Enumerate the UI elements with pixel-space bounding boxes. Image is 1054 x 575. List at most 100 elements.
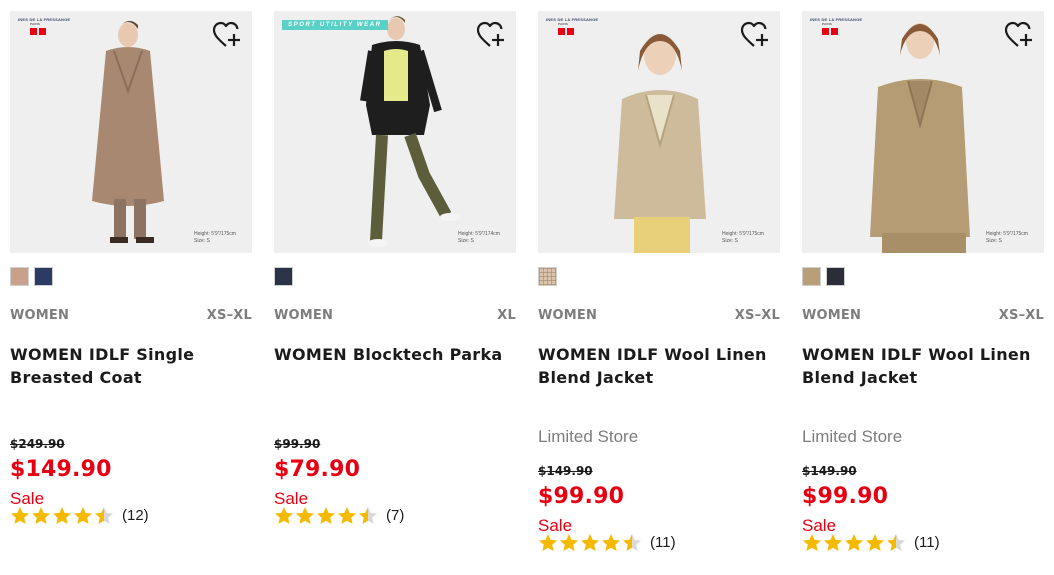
brand-name: INES DE LA FRESSANGE [546, 17, 599, 22]
model-info: Height: 5'9"/174cm Size: S [458, 231, 508, 245]
brand-sub: PARIS [558, 22, 568, 26]
model-height: Height: 5'9"/175cm [986, 231, 1028, 237]
sale-price: $99.90 [538, 484, 625, 509]
idlf-brand-badge: INES DE LA FRESSANGE PARIS [810, 17, 863, 41]
uniqlo-logo-icon [558, 28, 590, 35]
brand-sub: PARIS [822, 22, 832, 26]
product-meta: WOMEN XL [274, 307, 516, 323]
product-name[interactable]: WOMEN IDLF Wool Linen Blend Jacket [802, 343, 1044, 389]
star-icon [74, 506, 92, 524]
star-icon [560, 533, 578, 551]
uniqlo-logo-icon [30, 28, 62, 35]
color-swatch[interactable] [802, 267, 821, 286]
model-info: Height: 5'9"/175cm Size: S [722, 231, 772, 245]
size-range: XL [497, 307, 516, 323]
heart-plus-icon[interactable] [1004, 21, 1034, 51]
gender-label: WOMEN [538, 307, 598, 323]
gender-label: WOMEN [10, 307, 70, 323]
star-icon [53, 506, 71, 524]
star-icon [803, 533, 821, 551]
model-height: Height: 5'9"/174cm [458, 231, 500, 237]
star-icon [275, 506, 293, 524]
store-availability: Limited Store [802, 427, 903, 446]
sport-utility-badge: SPORT UTILITY WEAR [282, 20, 388, 30]
color-swatches [538, 267, 557, 286]
star-icon [824, 533, 842, 551]
size-range: XS–XL [998, 307, 1044, 323]
star-icon [602, 533, 620, 551]
color-swatches [274, 267, 293, 286]
idlf-brand-badge: INES DE LA FRESSANGE PARIS [18, 17, 71, 41]
model-info: Height: 5'9"/175cm Size: S [194, 231, 244, 245]
product-image[interactable]: INES DE LA FRESSANGE PARIS Height: 5'9"/… [802, 11, 1044, 253]
heart-plus-icon[interactable] [476, 21, 506, 51]
color-swatch[interactable] [274, 267, 293, 286]
model-size: Size: S [722, 238, 738, 244]
product-name[interactable]: WOMEN IDLF Single Breasted Coat [10, 343, 252, 389]
product-card[interactable]: INES DE LA FRESSANGE PARIS Height: 5'9"/… [10, 11, 252, 571]
original-price: $149.90 [538, 464, 593, 478]
model-size: Size: S [194, 238, 210, 244]
brand-sub: PARIS [30, 22, 40, 26]
uniqlo-logo-icon [822, 28, 854, 35]
star-icon [95, 506, 113, 524]
product-rating: (11) [538, 531, 676, 553]
color-swatch[interactable] [538, 267, 557, 286]
color-swatch[interactable] [34, 267, 53, 286]
review-count[interactable]: (12) [122, 507, 149, 524]
color-swatch[interactable] [826, 267, 845, 286]
heart-plus-icon[interactable] [740, 21, 770, 51]
model-height: Height: 5'9"/175cm [722, 231, 764, 237]
star-icon [623, 533, 641, 551]
star-rating [274, 506, 378, 525]
product-image[interactable]: INES DE LA FRESSANGE PARIS Height: 5'9"/… [10, 11, 252, 253]
star-icon [32, 506, 50, 524]
product-name[interactable]: WOMEN IDLF Wool Linen Blend Jacket [538, 343, 780, 389]
product-image[interactable]: SPORT UTILITY WEAR Height: 5'9"/174cm Si… [274, 11, 516, 253]
product-meta: WOMEN XS–XL [10, 307, 252, 323]
star-icon [581, 533, 599, 551]
brand-name: INES DE LA FRESSANGE [18, 17, 71, 22]
gender-label: WOMEN [802, 307, 862, 323]
product-rating: (11) [802, 531, 940, 553]
original-price: $99.90 [274, 437, 321, 451]
star-icon [317, 506, 335, 524]
star-icon [11, 506, 29, 524]
star-icon [338, 506, 356, 524]
original-price: $249.90 [10, 437, 65, 451]
size-range: XS–XL [734, 307, 780, 323]
product-image[interactable]: INES DE LA FRESSANGE PARIS Height: 5'9"/… [538, 11, 780, 253]
star-icon [866, 533, 884, 551]
store-availability: Limited Store [538, 427, 639, 446]
product-name[interactable]: WOMEN Blocktech Parka [274, 343, 516, 366]
star-rating [802, 533, 906, 552]
model-size: Size: S [986, 238, 1002, 244]
original-price: $149.90 [802, 464, 857, 478]
brand-name: INES DE LA FRESSANGE [810, 17, 863, 22]
sale-price: $99.90 [802, 484, 889, 509]
color-swatch[interactable] [10, 267, 29, 286]
star-icon [845, 533, 863, 551]
model-height: Height: 5'9"/175cm [194, 231, 236, 237]
product-meta: WOMEN XS–XL [538, 307, 780, 323]
review-count[interactable]: (11) [650, 534, 676, 551]
product-card[interactable]: SPORT UTILITY WEAR Height: 5'9"/174cm Si… [274, 11, 516, 571]
review-count[interactable]: (11) [914, 534, 940, 551]
size-range: XS–XL [206, 307, 252, 323]
product-rating: (12) [10, 504, 149, 526]
product-rating: (7) [274, 504, 404, 526]
gender-label: WOMEN [274, 307, 334, 323]
sale-price: $149.90 [10, 457, 112, 482]
color-swatches [10, 267, 53, 286]
model-info: Height: 5'9"/175cm Size: S [986, 231, 1036, 245]
product-meta: WOMEN XS–XL [802, 307, 1044, 323]
review-count[interactable]: (7) [386, 507, 404, 524]
color-swatches [802, 267, 845, 286]
heart-plus-icon[interactable] [212, 21, 242, 51]
star-icon [359, 506, 377, 524]
product-card[interactable]: INES DE LA FRESSANGE PARIS Height: 5'9"/… [802, 11, 1044, 571]
star-icon [539, 533, 557, 551]
star-icon [296, 506, 314, 524]
product-card[interactable]: INES DE LA FRESSANGE PARIS Height: 5'9"/… [538, 11, 780, 571]
sale-price: $79.90 [274, 457, 361, 482]
